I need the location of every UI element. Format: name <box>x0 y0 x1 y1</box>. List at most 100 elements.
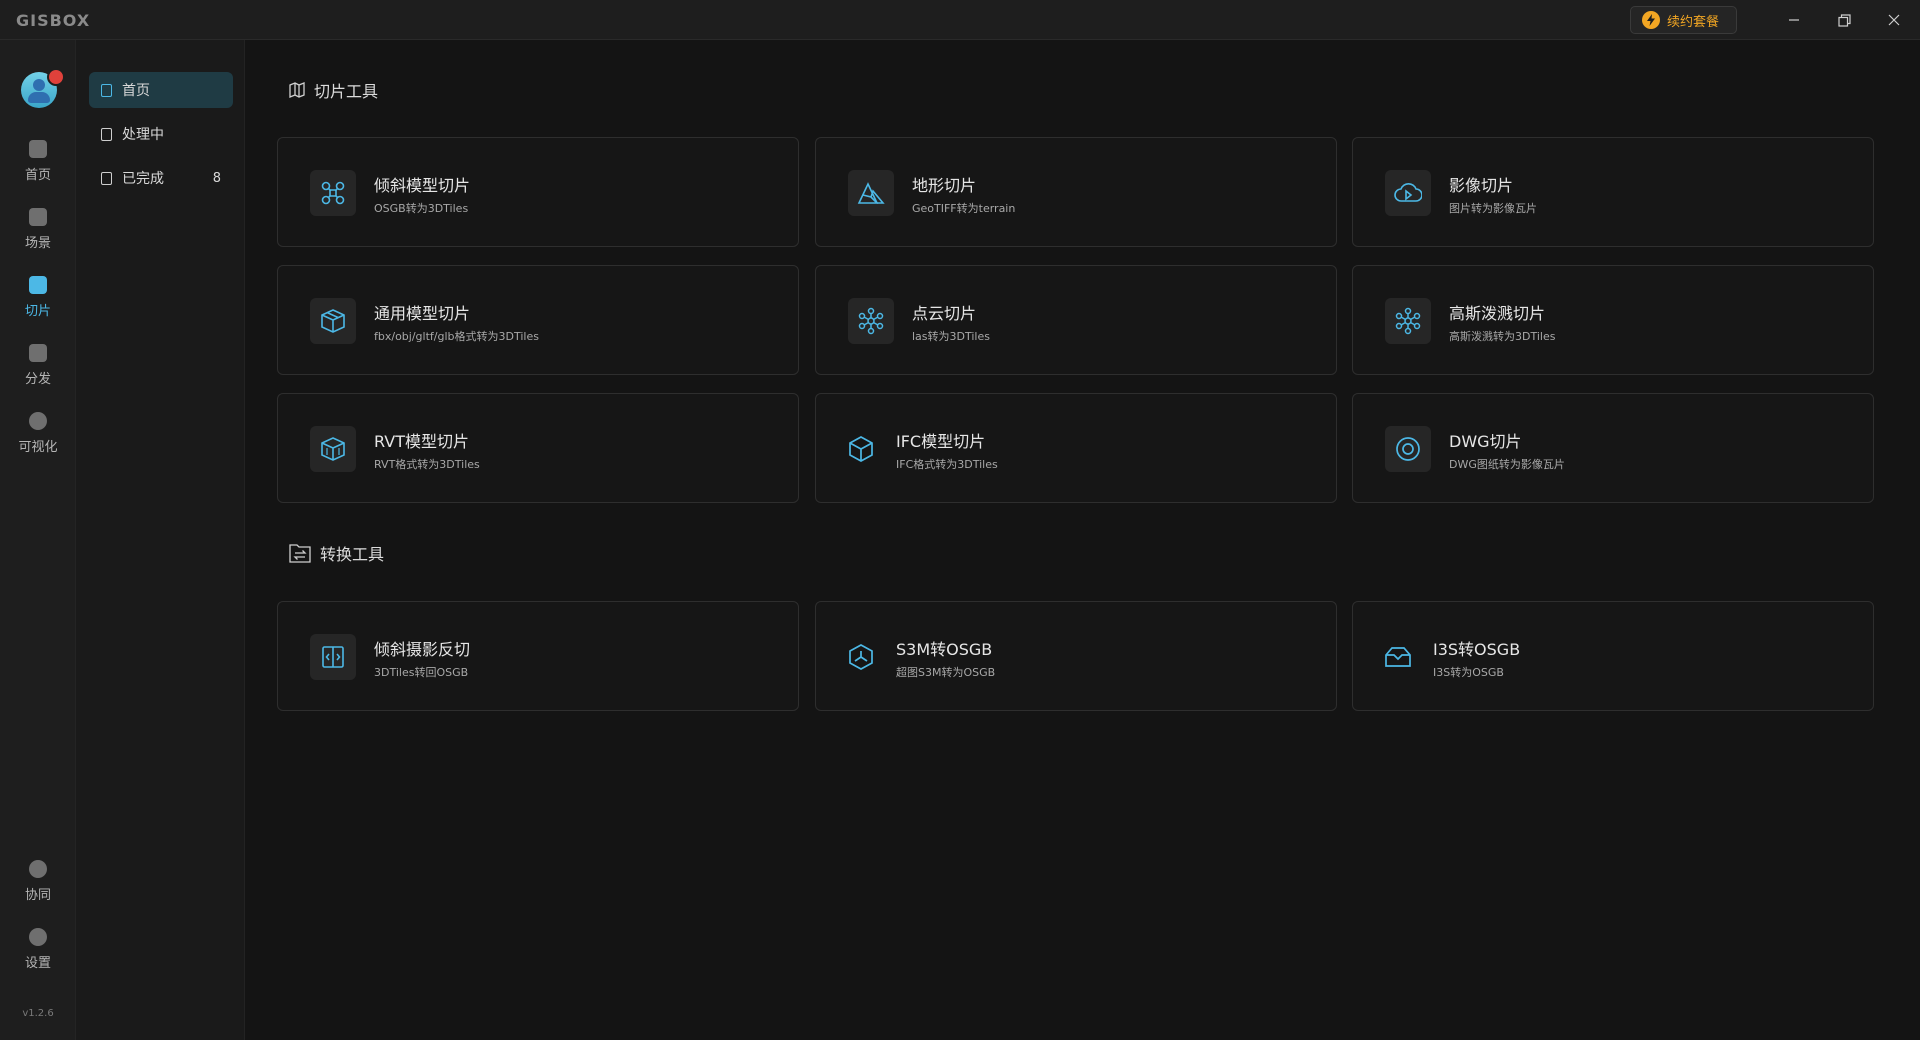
i3s-box-icon <box>1385 647 1411 667</box>
app-logo: GISBOX <box>16 11 91 30</box>
rail-item-scene[interactable]: 场景 <box>0 208 76 264</box>
rail-item-slice[interactable]: 切片 <box>0 276 76 332</box>
card-title: IFC模型切片 <box>896 432 986 451</box>
card-title: 地形切片 <box>912 176 977 195</box>
user-avatar[interactable] <box>21 68 65 108</box>
slice-icon <box>29 276 47 294</box>
card-i3s-to-osgb[interactable]: I3S转OSGB I3S转为OSGB <box>1352 601 1874 711</box>
card-subtitle: 超图S3M转为OSGB <box>896 666 996 679</box>
restore-icon <box>1837 13 1851 27</box>
card-icon-box <box>310 298 356 344</box>
card-gaussian-splat-slice[interactable]: 高斯泼溅切片 高斯泼溅转为3DTiles <box>1352 265 1874 375</box>
minimize-button[interactable] <box>1770 0 1818 40</box>
rvt-cube-icon <box>321 437 345 461</box>
close-button[interactable] <box>1870 0 1918 40</box>
subnav-item-processing[interactable]: 处理中 <box>89 116 233 152</box>
section-title: 切片工具 <box>314 82 379 101</box>
renew-plan-button[interactable]: 续约套餐 <box>1630 6 1737 34</box>
rail-item-settings[interactable]: 设置 <box>0 928 76 984</box>
subnav-item-home[interactable]: 首页 <box>89 72 233 108</box>
card-subtitle: 图片转为影像瓦片 <box>1449 202 1537 215</box>
notification-badge <box>47 68 65 86</box>
card-title: 倾斜模型切片 <box>374 176 471 195</box>
terrain-icon <box>857 182 885 204</box>
home-icon <box>29 140 47 158</box>
document-icon <box>101 127 112 141</box>
lock-icon <box>29 860 47 878</box>
primary-nav-rail: 首页 场景 切片 分发 可视化 协同 设置 v1.2.6 <box>0 40 76 1040</box>
card-subtitle: 3DTiles转回OSGB <box>374 666 469 679</box>
slice-tools-heading: 切片工具 <box>288 78 378 102</box>
section-title: 转换工具 <box>320 545 385 564</box>
rail-item-label: 切片 <box>24 304 51 319</box>
rail-item-label: 设置 <box>24 956 51 971</box>
point-cloud-icon <box>858 307 884 335</box>
avatar-head <box>33 79 45 91</box>
card-title: 倾斜摄影反切 <box>374 640 471 659</box>
card-icon-box <box>310 170 356 216</box>
ifc-cube-icon <box>849 436 873 462</box>
renew-plan-label: 续约套餐 <box>1667 14 1720 30</box>
rail-item-label: 可视化 <box>18 440 58 455</box>
card-icon-box <box>310 426 356 472</box>
box-icon <box>321 309 345 333</box>
close-icon <box>1888 14 1900 26</box>
convert-tools-heading: 转换工具 <box>288 541 384 565</box>
card-subtitle: RVT格式转为3DTiles <box>374 458 480 471</box>
rail-item-collaborate[interactable]: 协同 <box>0 860 76 916</box>
card-rvt-model-slice[interactable]: RVT模型切片 RVT格式转为3DTiles <box>277 393 799 503</box>
card-title: DWG切片 <box>1449 432 1522 451</box>
card-dwg-slice[interactable]: DWG切片 DWG图纸转为影像瓦片 <box>1352 393 1874 503</box>
subnav-item-completed[interactable]: 已完成 8 <box>89 160 233 196</box>
card-subtitle: IFC格式转为3DTiles <box>896 458 998 471</box>
convert-folder-icon <box>289 544 311 563</box>
card-title: RVT模型切片 <box>374 432 469 451</box>
card-subtitle: las转为3DTiles <box>912 330 990 343</box>
card-title: 点云切片 <box>912 304 977 323</box>
card-icon-box <box>310 634 356 680</box>
subnav-item-label: 首页 <box>122 83 150 99</box>
card-subtitle: DWG图纸转为影像瓦片 <box>1449 458 1565 471</box>
gear-icon <box>29 928 47 946</box>
title-bar: GISBOX 续约套餐 <box>0 0 1920 40</box>
card-icon-box <box>848 170 894 216</box>
rail-item-visualize[interactable]: 可视化 <box>0 412 76 468</box>
card-subtitle: OSGB转为3DTiles <box>374 202 469 215</box>
card-title: 影像切片 <box>1449 176 1514 195</box>
card-subtitle: 高斯泼溅转为3DTiles <box>1449 330 1556 343</box>
rail-item-label: 协同 <box>24 888 51 903</box>
card-terrain-slice[interactable]: 地形切片 GeoTIFF转为terrain <box>815 137 1337 247</box>
gaussian-icon <box>1395 307 1421 335</box>
card-point-cloud-slice[interactable]: 点云切片 las转为3DTiles <box>815 265 1337 375</box>
card-icon-box <box>1385 298 1431 344</box>
card-icon-box <box>1383 634 1413 680</box>
document-check-icon <box>101 171 112 185</box>
card-subtitle: fbx/obj/gltf/glb格式转为3DTiles <box>374 330 539 343</box>
rail-item-label: 分发 <box>24 372 51 387</box>
document-icon <box>101 83 112 97</box>
card-imagery-slice[interactable]: 影像切片 图片转为影像瓦片 <box>1352 137 1874 247</box>
card-s3m-to-osgb[interactable]: S3M转OSGB 超图S3M转为OSGB <box>815 601 1337 711</box>
card-icon-box <box>1385 170 1431 216</box>
cloud-play-icon <box>1394 183 1422 202</box>
reverse-slice-icon <box>322 646 344 668</box>
card-icon-box <box>846 634 876 680</box>
card-generic-model-slice[interactable]: 通用模型切片 fbx/obj/gltf/glb格式转为3DTiles <box>277 265 799 375</box>
drone-icon <box>321 181 345 205</box>
card-oblique-model-slice[interactable]: 倾斜模型切片 OSGB转为3DTiles <box>277 137 799 247</box>
dwg-circle-icon <box>1396 437 1420 461</box>
avatar-body <box>28 92 50 103</box>
card-title: 高斯泼溅切片 <box>1449 304 1546 323</box>
scene-icon <box>29 208 47 226</box>
card-ifc-model-slice[interactable]: IFC模型切片 IFC格式转为3DTiles <box>815 393 1337 503</box>
card-icon-box <box>846 426 876 472</box>
restore-button[interactable] <box>1820 0 1868 40</box>
rail-item-home[interactable]: 首页 <box>0 140 76 196</box>
map-icon <box>289 82 305 98</box>
rail-item-distribute[interactable]: 分发 <box>0 344 76 400</box>
rail-item-label: 首页 <box>24 168 51 183</box>
card-title: S3M转OSGB <box>896 640 993 659</box>
visualize-icon <box>29 412 47 430</box>
distribute-icon <box>29 344 47 362</box>
card-oblique-reverse-slice[interactable]: 倾斜摄影反切 3DTiles转回OSGB <box>277 601 799 711</box>
